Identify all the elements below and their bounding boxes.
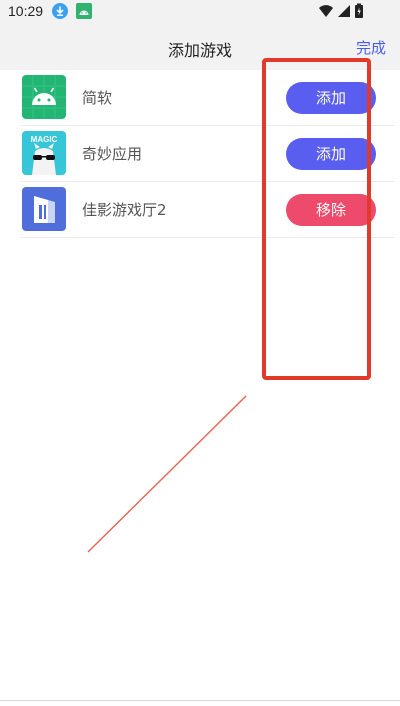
annotation-arrow-line: [87, 395, 247, 553]
add-games-screen: 10:29 添加游戏 完成 简软 添加 MAGIC 奇妙应用 添加 佳影游戏厅2…: [0, 0, 400, 706]
bottom-divider: [0, 700, 400, 701]
